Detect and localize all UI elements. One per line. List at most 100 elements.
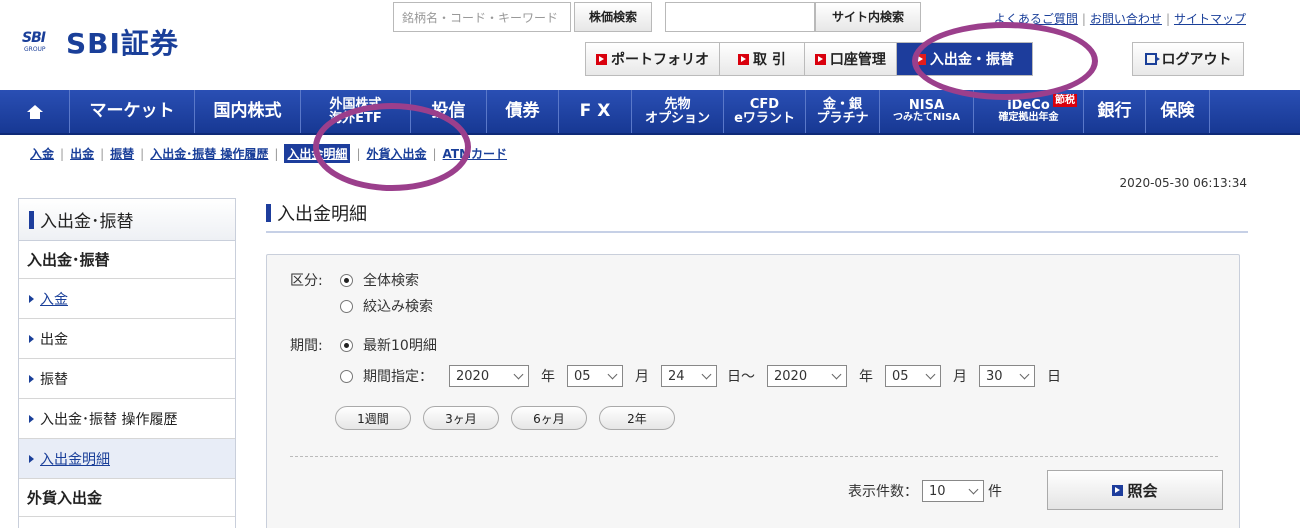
- timestamp: 2020-05-30 06:13:34: [1119, 176, 1247, 190]
- date-range-row: 期間指定： 2020 年 05 月 24 日～ 2020 年 05 月 30 日: [340, 365, 1061, 387]
- quick-1week-button[interactable]: 1週間: [335, 406, 411, 430]
- nav-funds[interactable]: 投信: [411, 90, 487, 133]
- category-label: 区分:: [290, 273, 323, 289]
- period-label: 期間:: [290, 338, 323, 354]
- from-month-select[interactable]: 05: [567, 365, 623, 387]
- narrow-search-label[interactable]: 絞込み検索: [363, 296, 433, 316]
- site-search-button[interactable]: サイト内検索: [815, 2, 921, 32]
- category-row: 区分: 全体検索: [290, 270, 419, 290]
- sidebar-title: 入出金･振替: [19, 199, 235, 241]
- subnav-statement[interactable]: 入出金明細: [284, 144, 351, 163]
- to-year-select[interactable]: 2020: [767, 365, 847, 387]
- latest-10-label[interactable]: 最新10明細: [363, 335, 437, 355]
- triangle-right-icon: [29, 454, 34, 463]
- all-search-label[interactable]: 全体検索: [363, 270, 419, 290]
- triangle-right-icon: [29, 334, 34, 343]
- display-count-label: 表示件数：: [848, 484, 918, 500]
- account-management-button[interactable]: 口座管理: [805, 43, 897, 75]
- sbi-logo[interactable]: SBI GROUP SBI証券: [22, 22, 179, 62]
- arrow-square-icon: [1112, 484, 1124, 496]
- all-search-radio[interactable]: [340, 273, 353, 287]
- nav-nisa[interactable]: NISA つみたてNISA: [880, 90, 974, 133]
- chevron-down-icon: [968, 484, 979, 494]
- stock-search-button[interactable]: 株価検索: [574, 2, 652, 32]
- date-range-label[interactable]: 期間指定：: [363, 366, 433, 386]
- logo-mark-text: SBI: [22, 30, 46, 46]
- narrow-search-row: 絞込み検索: [340, 296, 433, 316]
- stock-search-input[interactable]: 銘柄名・コード・キーワード: [393, 2, 571, 32]
- from-year-select[interactable]: 2020: [449, 365, 529, 387]
- home-button[interactable]: [0, 90, 70, 133]
- category-nav: マーケット 国内株式 外国株式 海外ETF 投信 債券 F X 先物 オプション C…: [0, 90, 1300, 135]
- main-nav: ポートフォリオ 取 引 口座管理 入出金・振替: [585, 42, 1033, 76]
- nav-gold-silver[interactable]: 金・銀 プラチナ: [806, 90, 880, 133]
- home-icon: [26, 104, 43, 119]
- sidebar-item-statement[interactable]: 入出金明細: [19, 439, 235, 479]
- chevron-down-icon: [925, 369, 936, 379]
- date-range-radio[interactable]: [340, 369, 353, 383]
- sidebar-section-heading: 入出金･振替: [19, 241, 235, 279]
- portfolio-button[interactable]: ポートフォリオ: [586, 43, 720, 75]
- chevron-down-icon: [831, 369, 842, 379]
- quick-3months-button[interactable]: 3ヶ月: [423, 406, 499, 430]
- arrow-square-icon: [814, 53, 826, 65]
- display-count-select[interactable]: 10: [922, 480, 984, 502]
- nav-foreign-stocks[interactable]: 外国株式 海外ETF: [301, 90, 411, 133]
- chevron-down-icon: [607, 369, 618, 379]
- subnav-foreign-currency[interactable]: 外貨入出金: [366, 145, 426, 162]
- sidebar-item-transfer[interactable]: 振替: [19, 359, 235, 399]
- site-search-input[interactable]: [665, 2, 815, 32]
- nav-fx[interactable]: F X: [559, 90, 632, 133]
- chevron-down-icon: [513, 369, 524, 379]
- period-row: 期間: 最新10明細: [290, 335, 437, 355]
- deposit-transfer-button[interactable]: 入出金・振替: [896, 43, 1032, 75]
- quick-2years-button[interactable]: 2年: [599, 406, 675, 430]
- subnav-deposit[interactable]: 入金: [30, 145, 54, 162]
- form-divider: [290, 456, 1218, 457]
- nav-bonds[interactable]: 債券: [487, 90, 559, 133]
- chevron-down-icon: [1019, 369, 1030, 379]
- quick-6months-button[interactable]: 6ヶ月: [511, 406, 587, 430]
- arrow-square-icon: [914, 53, 926, 65]
- arrow-square-icon: [596, 53, 607, 65]
- brand-name: SBI証券: [66, 27, 179, 60]
- logout-button[interactable]: ログアウト: [1132, 42, 1244, 76]
- subnav-atm-card[interactable]: ATMカード: [443, 145, 507, 162]
- sub-nav: 入金 | 出金 | 振替 | 入出金･振替 操作履歴 | 入出金明細 | 外貨入出金 | A…: [30, 144, 507, 163]
- triangle-right-icon: [29, 294, 34, 303]
- nav-cfd[interactable]: CFD eワラント: [724, 90, 806, 133]
- subnav-withdraw[interactable]: 出金: [70, 145, 94, 162]
- nav-futures-options[interactable]: 先物 オプション: [632, 90, 724, 133]
- trade-button[interactable]: 取 引: [720, 43, 805, 75]
- arrow-square-icon: [738, 53, 749, 65]
- sbi-logo-icon: SBI GROUP: [22, 29, 56, 55]
- faq-link[interactable]: よくあるご質問: [994, 12, 1078, 26]
- logo-group-text: GROUP: [24, 46, 46, 53]
- nav-market[interactable]: マーケット: [70, 90, 195, 133]
- sidebar-section-foreign-currency[interactable]: 外貨入出金: [19, 479, 235, 517]
- page-title: 入出金明細: [266, 200, 367, 226]
- nav-domestic-stocks[interactable]: 国内株式: [195, 90, 301, 133]
- nav-insurance[interactable]: 保険: [1146, 90, 1210, 133]
- inquiry-button[interactable]: 照会: [1047, 470, 1223, 510]
- title-divider: [266, 231, 1248, 233]
- sidebar-item-history[interactable]: 入出金･振替 操作履歴: [19, 399, 235, 439]
- tax-saving-badge: 節税: [1053, 94, 1077, 107]
- subnav-history[interactable]: 入出金･振替 操作履歴: [150, 145, 268, 162]
- sidebar: 入出金･振替 入出金･振替 入金 出金 振替 入出金･振替 操作履歴 入出金明細…: [18, 198, 236, 528]
- nav-ideco[interactable]: iDeCo 節税 確定拠出年金: [974, 90, 1084, 133]
- chevron-down-icon: [701, 369, 712, 379]
- sitemap-link[interactable]: サイトマップ: [1174, 12, 1246, 26]
- contact-link[interactable]: お問い合わせ: [1090, 12, 1162, 26]
- nav-bank[interactable]: 銀行: [1084, 90, 1146, 133]
- narrow-search-radio[interactable]: [340, 299, 353, 313]
- to-month-select[interactable]: 05: [885, 365, 941, 387]
- sidebar-item-withdraw[interactable]: 出金: [19, 319, 235, 359]
- triangle-right-icon: [29, 374, 34, 383]
- sidebar-item-deposit[interactable]: 入金: [19, 279, 235, 319]
- to-day-select[interactable]: 30: [979, 365, 1035, 387]
- from-day-select[interactable]: 24: [661, 365, 717, 387]
- latest-10-radio[interactable]: [340, 338, 353, 352]
- triangle-right-icon: [29, 414, 34, 423]
- subnav-transfer[interactable]: 振替: [110, 145, 134, 162]
